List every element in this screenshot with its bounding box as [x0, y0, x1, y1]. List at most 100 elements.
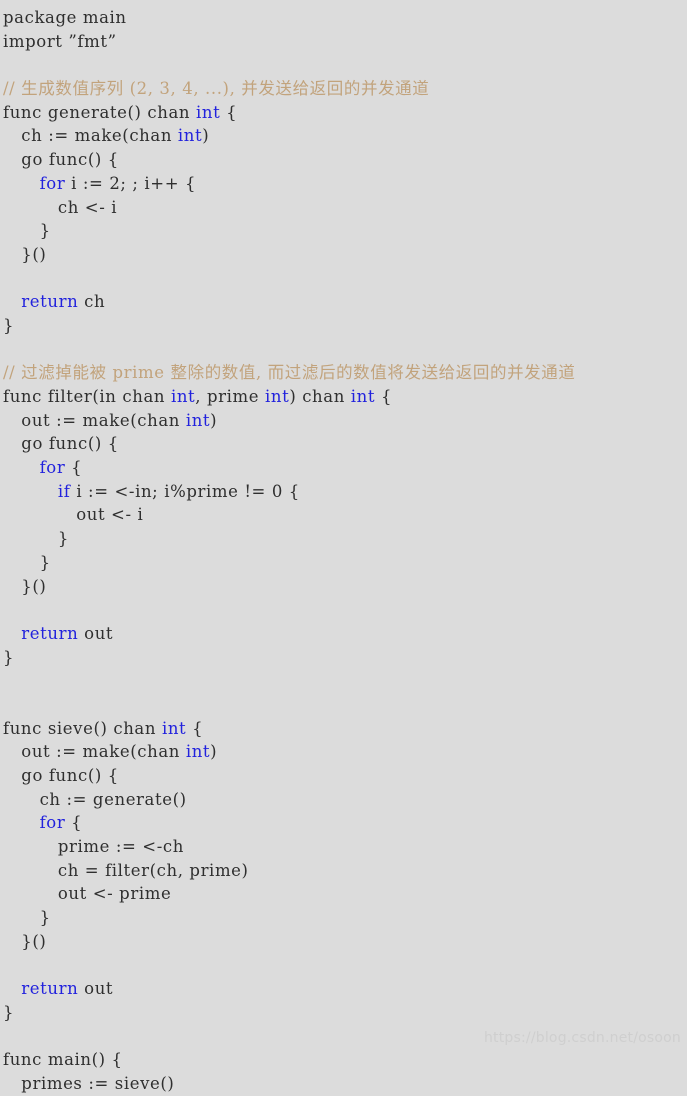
code-token-plain: ) — [210, 410, 218, 430]
code-token-plain: go func() { — [21, 150, 119, 170]
code-token-kw: int — [185, 742, 211, 762]
code-token-comment: // 生成数值序列 (2, 3, 4, ...), 并发送给返回的并发通道 — [3, 79, 430, 99]
code-token-plain: out <- i — [76, 505, 144, 525]
code-block[interactable]: package main import ”fmt” // 生成数值序列 (2, 3,… — [3, 6, 687, 1096]
code-line: import ”fmt” — [3, 30, 687, 54]
code-token-plain: out := make(chan — [21, 410, 186, 430]
code-token-plain: ch <- i — [57, 197, 118, 217]
code-token-plain: out := make(chan — [21, 742, 186, 762]
code-line: primes := sieve() — [3, 1072, 687, 1096]
code-line: } — [3, 1001, 687, 1025]
code-token-plain: } — [39, 552, 51, 572]
code-token-plain: } — [3, 315, 15, 335]
code-token-kw: for — [39, 458, 66, 478]
code-token-plain: }() — [21, 931, 47, 951]
code-token-plain: }() — [21, 244, 47, 264]
code-token-plain: { — [220, 102, 238, 122]
code-token-plain: out — [78, 623, 114, 643]
code-token-plain: ch = filter(ch, prime) — [57, 860, 249, 880]
code-token-kw: int — [161, 718, 187, 738]
code-token-plain: import ”fmt” — [3, 31, 117, 51]
code-token-plain: ) chan — [289, 387, 351, 406]
code-line: return ch — [3, 290, 687, 314]
code-token-kw: for — [39, 173, 66, 193]
watermark-text: https://blog.csdn.net/osoon — [483, 1030, 681, 1046]
code-line: go func() { — [3, 764, 687, 788]
code-token-kw: return — [21, 979, 79, 999]
code-token-plain: } — [39, 221, 51, 241]
code-line: out <- prime — [3, 882, 687, 906]
code-token-kw: for — [39, 813, 66, 833]
code-line: go func() { — [3, 148, 687, 172]
code-line: for i := 2; ; i++ { — [3, 172, 687, 196]
code-line: } — [3, 314, 687, 338]
code-token-kw: int — [185, 410, 211, 430]
code-line: return out — [3, 977, 687, 1001]
code-line: out <- i — [3, 503, 687, 527]
code-line: if i := <-in; i%prime != 0 { — [3, 480, 687, 504]
code-line: // 过滤掉能被 prime 整除的数值, 而过滤后的数值将发送给返回的并发通道 — [3, 361, 687, 385]
code-line: ch := generate() — [3, 788, 687, 812]
code-token-plain: func filter(in chan — [3, 387, 171, 406]
code-line: } — [3, 906, 687, 930]
code-token-kw: if — [57, 481, 71, 501]
code-line: }() — [3, 930, 687, 954]
code-line: go func() { — [3, 432, 687, 456]
code-token-plain: { — [186, 718, 204, 738]
code-line: } — [3, 219, 687, 243]
code-token-plain: , prime — [195, 387, 265, 406]
code-line: out := make(chan int) — [3, 740, 687, 764]
code-token-kw: int — [350, 387, 376, 406]
code-token-plain: prime := <-ch — [57, 837, 184, 857]
code-token-plain: ) — [202, 126, 210, 146]
code-line: ch := make(chan int) — [3, 124, 687, 148]
code-token-kw: int — [170, 387, 196, 406]
code-token-plain: out — [78, 979, 114, 999]
code-token-kw: int — [195, 102, 221, 122]
code-line: func sieve() chan int { — [3, 717, 687, 741]
code-line: } — [3, 527, 687, 551]
code-line: }() — [3, 243, 687, 267]
code-line: for { — [3, 456, 687, 480]
code-line: package main — [3, 6, 687, 30]
code-token-plain: ch — [78, 292, 106, 312]
code-token-plain: func generate() chan — [3, 102, 196, 122]
code-token-kw: return — [21, 623, 79, 643]
code-token-plain: out <- prime — [57, 884, 172, 904]
code-line: func filter(in chan int, prime int) chan… — [3, 385, 687, 409]
code-line: } — [3, 646, 687, 670]
code-line: } — [3, 551, 687, 575]
code-token-plain: i := 2; ; i++ { — [65, 173, 197, 193]
code-token-plain: } — [57, 529, 69, 549]
code-token-plain: { — [65, 813, 83, 833]
code-viewer[interactable]: package main import ”fmt” // 生成数值序列 (2, 3,… — [0, 0, 687, 1093]
code-token-plain: } — [3, 1002, 15, 1022]
code-line: func generate() chan int { — [3, 101, 687, 125]
code-token-kw: int — [177, 126, 203, 146]
code-token-plain: func sieve() chan — [3, 718, 162, 738]
code-line: prime := <-ch — [3, 835, 687, 859]
code-line: return out — [3, 622, 687, 646]
code-line: out := make(chan int) — [3, 409, 687, 433]
code-line: ch <- i — [3, 196, 687, 220]
code-token-plain: package main — [3, 8, 127, 27]
code-token-plain: ch := generate() — [39, 789, 187, 809]
code-token-plain: go func() { — [21, 766, 119, 785]
code-line: // 生成数值序列 (2, 3, 4, ...), 并发送给返回的并发通道 — [3, 77, 687, 101]
code-line: func main() { — [3, 1048, 687, 1072]
code-line: for { — [3, 811, 687, 835]
code-token-plain: i := <-in; i%prime != 0 { — [70, 481, 300, 501]
code-token-plain: ) — [210, 742, 218, 762]
code-token-plain: }() — [21, 576, 47, 596]
code-token-plain: go func() { — [21, 434, 119, 454]
code-token-kw: return — [21, 292, 79, 312]
code-line: }() — [3, 575, 687, 599]
code-token-kw: int — [264, 387, 290, 406]
code-token-plain: { — [375, 387, 393, 406]
